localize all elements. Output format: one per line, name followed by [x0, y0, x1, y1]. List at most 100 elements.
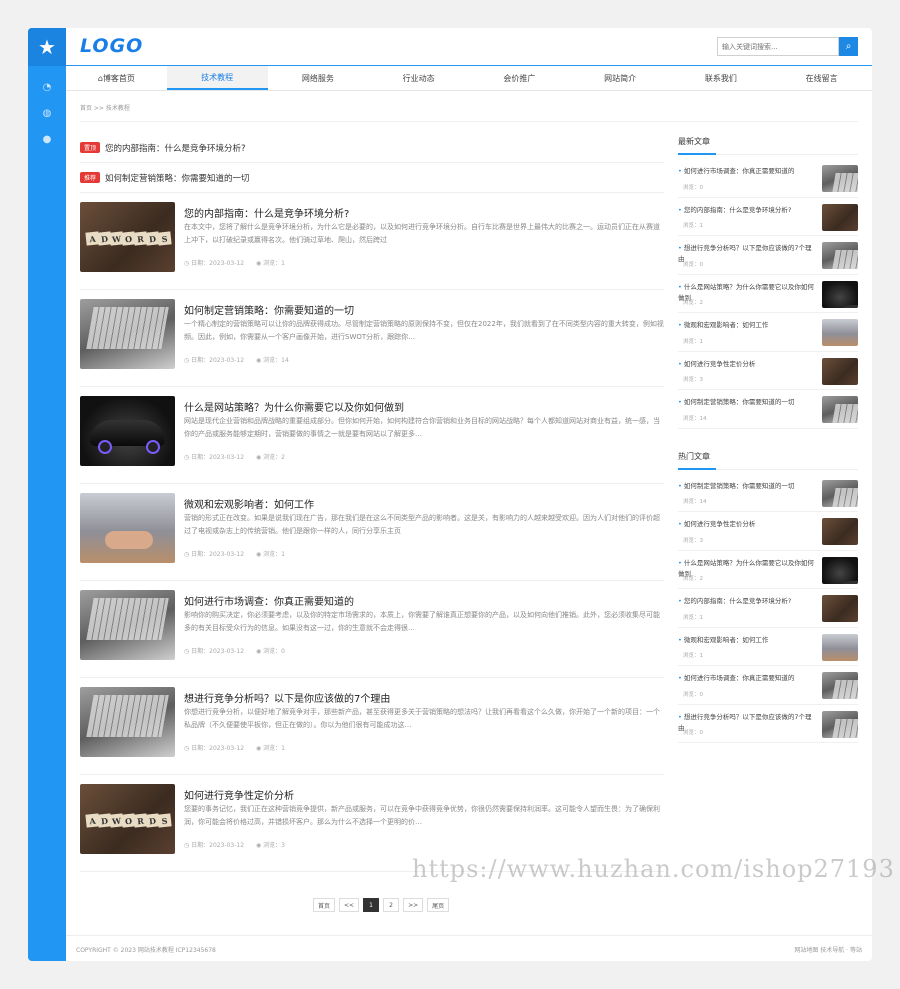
thumbnail-image[interactable]	[80, 687, 175, 757]
page-button[interactable]: >>	[403, 898, 424, 912]
thumbnail-image[interactable]	[822, 165, 858, 192]
article-date: ◷ 日期：2023-03-12	[184, 551, 245, 558]
nav-item[interactable]: 行业动态	[368, 66, 469, 90]
sidebar-article-item[interactable]: 想进行竞争分析吗？以下是你应该做的7个理由浏览：0	[678, 705, 858, 743]
sidebar-article-views: 浏览：3	[683, 377, 703, 383]
thumbnail-image[interactable]	[822, 280, 858, 308]
sidebar-article-title[interactable]: 如何进行竞争性定价分析	[678, 359, 818, 370]
article-title[interactable]: 什么是网站策略？为什么你需要它以及你如何做到	[184, 399, 404, 414]
article-item: A D W O R D S 您的内部指南：什么是竞争环境分析? 在本文中，您将了解什么是竞争环境…	[80, 193, 664, 290]
thumbnail-image[interactable]	[822, 242, 858, 269]
sidebar-article-item[interactable]: 如何进行市场调查：你真正需要知道的浏览：0	[678, 666, 858, 705]
thumbnail-image[interactable]	[822, 633, 858, 661]
nav-label: 技术教程	[201, 72, 234, 82]
sidebar-article-item[interactable]: 微观和宏观影响者：如何工作浏览：1	[678, 628, 858, 666]
sidebar-article-item[interactable]: 如何制定营销策略：你需要知道的一切浏览：14	[678, 474, 858, 512]
page-button[interactable]: 1	[363, 898, 380, 912]
handshake-shape	[105, 531, 153, 549]
thumbnail-image[interactable]	[80, 396, 175, 466]
thumbnail-image[interactable]	[822, 396, 858, 423]
thumbnail-image[interactable]	[822, 319, 858, 346]
nav-item[interactable]: 在线留言	[771, 66, 872, 90]
thumbnail-image[interactable]	[822, 556, 858, 584]
star-icon[interactable]: ★	[28, 28, 66, 66]
thumbnail-image[interactable]	[822, 710, 858, 738]
sidebar-article-item[interactable]: 如何进行市场调查：你真正需要知道的浏览：0	[678, 159, 858, 198]
article-title[interactable]: 如何制定营销策略：你需要知道的一切	[184, 302, 354, 317]
top-list-item[interactable]: 推荐 如何制定营销策略：你需要知道的一切	[80, 163, 664, 193]
article-date: ◷ 日期：2023-03-12	[184, 260, 245, 267]
article-title[interactable]: 如何进行竞争性定价分析	[184, 787, 294, 802]
thumbnail-image[interactable]	[80, 590, 175, 660]
sidebar-article-title[interactable]: 如何进行市场调查：你真正需要知道的	[678, 166, 818, 177]
car-shape	[832, 304, 858, 308]
divider	[80, 121, 858, 122]
breadcrumb: 首页 >> 技术教程	[80, 105, 130, 112]
sidebar-article-title[interactable]: 您的内部指南：什么是竞争环境分析?	[678, 596, 818, 607]
page-button[interactable]: 尾页	[427, 898, 450, 912]
nav-item[interactable]: 技术教程	[166, 66, 268, 90]
top-list-item[interactable]: 置顶 您的内部指南：什么是竞争环境分析?	[80, 133, 664, 163]
nav-label: 行业动态	[402, 73, 435, 83]
article-title[interactable]: 想进行竞争分析吗？以下是你应该做的7个理由	[184, 690, 390, 705]
article-views: ◉ 浏览：2	[256, 454, 285, 461]
nav-item[interactable]: 会价推广	[469, 66, 570, 90]
sidebar-article-title[interactable]: 如何制定营销策略：你需要知道的一切	[678, 397, 818, 408]
keyboard-shape	[86, 307, 169, 349]
article-views: ◉ 浏览：3	[256, 842, 285, 849]
sidebar-article-title[interactable]: 微观和宏观影响者：如何工作	[678, 320, 818, 331]
nav-label: 在线留言	[805, 73, 838, 83]
thumbnail-image[interactable]	[80, 299, 175, 369]
thumbnail-image[interactable]: ADWORDS	[80, 784, 175, 854]
site-logo[interactable]: LOGO	[80, 35, 143, 57]
nav-item[interactable]: 联系我们	[671, 66, 772, 90]
article-date: ◷ 日期：2023-03-12	[184, 745, 245, 752]
sidebar-article-views: 浏览：1	[683, 614, 703, 621]
thumbnail-image[interactable]: ADWORDS	[80, 202, 175, 272]
sidebar-article-views: 浏览：14	[683, 499, 707, 505]
sidebar-article-item[interactable]: 如何进行竞争性定价分析浏览：3 ADWORDS	[678, 352, 858, 390]
thumbnail-image[interactable]: ADWORDS	[822, 357, 858, 385]
page-button[interactable]: 2	[383, 898, 400, 912]
sidebar-article-item[interactable]: 如何进行竞争性定价分析浏览：3 ADWORDS	[678, 512, 858, 551]
keyboard-shape	[86, 695, 169, 737]
sidebar-article-item[interactable]: 微观和宏观影响者：如何工作浏览：1	[678, 313, 858, 352]
qq-icon[interactable]: ●	[28, 134, 66, 146]
sidebar-article-item[interactable]: 想进行竞争分析吗？以下是你应该做的7个理由浏览：0	[678, 236, 858, 275]
sidebar-article-title[interactable]: 微观和宏观影响者：如何工作	[678, 635, 818, 646]
article-meta: ◷ 日期：2023-03-12 ◉ 浏览：2	[184, 452, 297, 461]
thumbnail-image[interactable]	[80, 493, 175, 563]
thumbnail-image[interactable]: ADWORDS	[822, 518, 858, 545]
sidebar-article-title[interactable]: 如何进行竞争性定价分析	[678, 519, 818, 530]
page-button[interactable]: <<	[339, 898, 360, 912]
search-input[interactable]	[717, 37, 839, 56]
sidebar-article-item[interactable]: 如何制定营销策略：你需要知道的一切浏览：14	[678, 390, 858, 429]
footer-links[interactable]: 网站地图 技术导航 · 等站	[794, 945, 862, 954]
article-title[interactable]: 微观和宏观影响者：如何工作	[184, 496, 314, 511]
header: LOGO ⌕	[66, 28, 872, 66]
nav-item[interactable]: 网络服务	[268, 66, 369, 90]
article-title[interactable]: 如何进行市场调查：你真正需要知道的	[184, 593, 354, 608]
sidebar-article-item[interactable]: 什么是网站策略？为什么你需要它以及你如何做到浏览：2	[678, 275, 858, 313]
top-item-title[interactable]: 如何制定营销策略：你需要知道的一切	[105, 172, 250, 184]
top-item-title[interactable]: 您的内部指南：什么是竞争环境分析?	[105, 142, 246, 154]
sidebar-article-item[interactable]: 您的内部指南：什么是竞争环境分析? 浏览：1 ADWORDS	[678, 198, 858, 236]
search-button[interactable]: ⌕	[839, 37, 858, 56]
nav-item[interactable]: ⌂ 博客首页	[66, 66, 167, 90]
article-title[interactable]: 您的内部指南：什么是竞争环境分析?	[184, 205, 349, 220]
sidebar-article-title[interactable]: 您的内部指南：什么是竞争环境分析?	[678, 205, 818, 216]
hot-articles-title: 热门文章	[678, 451, 858, 470]
nav-item[interactable]: 网站简介	[570, 66, 671, 90]
sidebar-article-item[interactable]: 什么是网站策略？为什么你需要它以及你如何做到浏览：2	[678, 551, 858, 589]
sidebar-article-title[interactable]: 如何制定营销策略：你需要知道的一切	[678, 481, 818, 492]
page-button[interactable]: 首页	[313, 898, 336, 912]
wechat-icon[interactable]: ◍	[28, 108, 66, 120]
article-date: ◷ 日期：2023-03-12	[184, 842, 245, 849]
sidebar-article-title[interactable]: 如何进行市场调查：你真正需要知道的	[678, 673, 818, 684]
thumbnail-image[interactable]	[822, 479, 858, 507]
thumbnail-image[interactable]: ADWORDS	[822, 595, 858, 622]
weibo-icon[interactable]: ◔	[28, 82, 66, 94]
thumbnail-image[interactable]: ADWORDS	[822, 203, 858, 231]
sidebar-article-item[interactable]: 您的内部指南：什么是竞争环境分析? 浏览：1 ADWORDS	[678, 589, 858, 628]
thumbnail-image[interactable]	[822, 672, 858, 699]
